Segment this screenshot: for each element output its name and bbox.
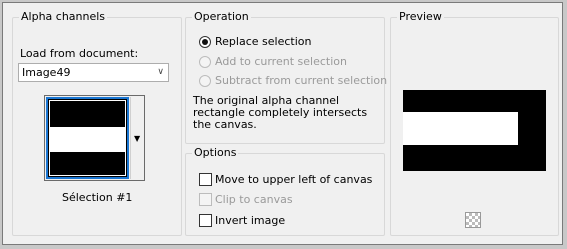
document-select-value: Image49	[22, 66, 71, 79]
chevron-down-icon: ∨	[157, 67, 164, 77]
preview-image	[403, 90, 546, 171]
invert-image-checkbox[interactable]	[199, 214, 212, 227]
triangle-down-icon: ▼	[134, 134, 141, 143]
move-upper-left-checkbox[interactable]	[199, 173, 212, 186]
clip-to-canvas-label[interactable]: Clip to canvas	[215, 193, 293, 206]
invert-image-label[interactable]: Invert image	[215, 214, 285, 227]
replace-selection-label[interactable]: Replace selection	[215, 35, 311, 48]
document-select[interactable]: Image49 ∨	[18, 63, 169, 82]
add-selection-radio[interactable]	[199, 56, 211, 68]
preview-title: Preview	[397, 10, 444, 23]
subtract-selection-radio[interactable]	[199, 75, 211, 87]
alpha-channel-picker[interactable]: ▼	[44, 95, 145, 181]
clip-to-canvas-checkbox[interactable]	[199, 193, 212, 206]
add-selection-label[interactable]: Add to current selection	[215, 55, 347, 68]
selection-name-label: Sélection #1	[62, 191, 133, 204]
options-title: Options	[192, 146, 239, 159]
subtract-selection-label[interactable]: Subtract from current selection	[215, 74, 387, 87]
replace-selection-radio[interactable]	[199, 36, 211, 48]
move-upper-left-label[interactable]: Move to upper left of canvas	[215, 173, 372, 186]
thumbnail-dropdown-button[interactable]: ▼	[130, 97, 144, 179]
load-from-document-label: Load from document:	[20, 47, 139, 60]
transparency-checker-icon[interactable]	[465, 212, 481, 228]
operation-message: The original alpha channel rectangle com…	[193, 94, 368, 131]
alpha-channel-thumbnail[interactable]	[46, 97, 129, 179]
operation-title: Operation	[192, 10, 251, 23]
alpha-channels-title: Alpha channels	[19, 10, 108, 23]
